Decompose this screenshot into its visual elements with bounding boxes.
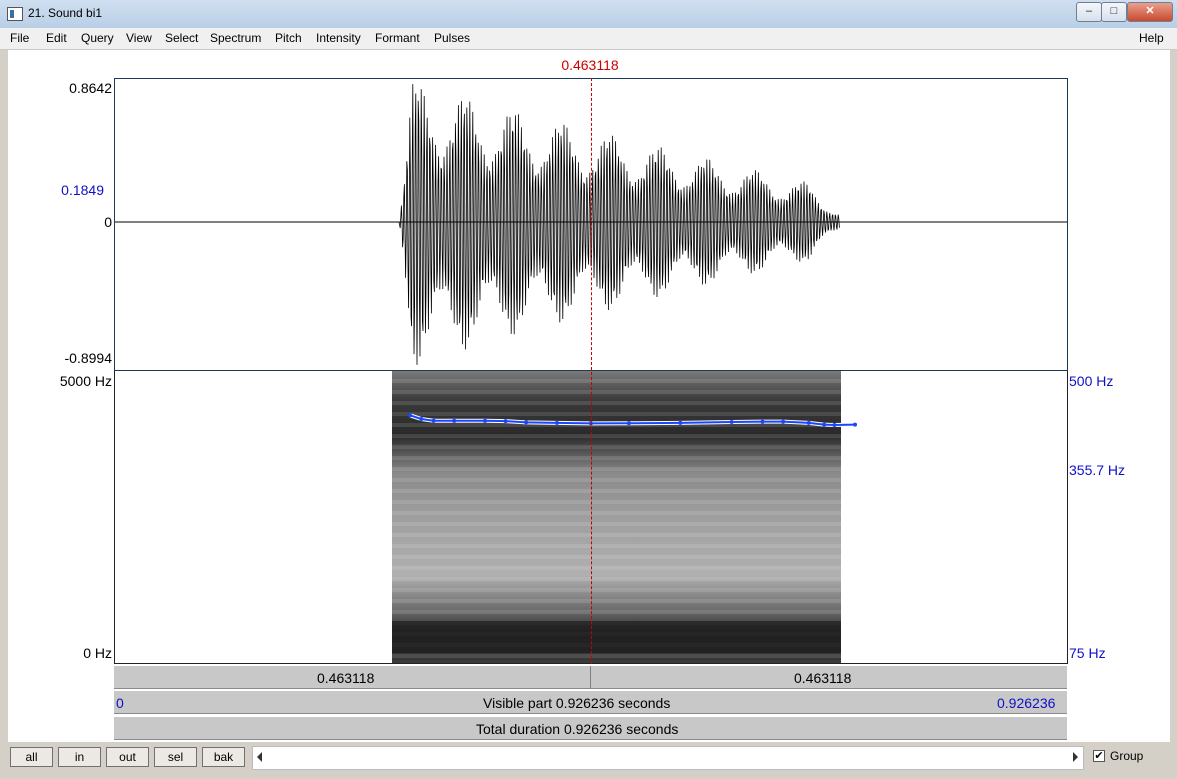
minimize-button[interactable]: – xyxy=(1076,2,1102,22)
waveform-min-label: -0.8994 xyxy=(64,350,112,366)
visible-part-bar[interactable]: 0 Visible part 0.926236 seconds 0.926236 xyxy=(114,690,1067,714)
scroll-left-icon[interactable] xyxy=(257,752,262,762)
menu-pulses[interactable]: Pulses xyxy=(434,31,470,45)
left-segment-duration[interactable]: 0.463118 xyxy=(317,670,374,686)
menu-edit[interactable]: Edit xyxy=(46,31,67,45)
harmonic-band xyxy=(392,654,841,658)
pitch-point xyxy=(760,419,765,424)
menu-formant[interactable]: Formant xyxy=(375,31,420,45)
bar-separator xyxy=(590,666,591,689)
visible-start-time: 0 xyxy=(116,695,124,711)
harmonic-band xyxy=(392,500,841,504)
harmonic-band xyxy=(392,445,841,449)
waveform-zero-label: 0 xyxy=(104,214,112,230)
pitch-point xyxy=(503,419,508,424)
maximize-button[interactable]: □ xyxy=(1101,2,1127,22)
zoom-in-button[interactable]: in xyxy=(58,747,101,767)
pitch-point xyxy=(554,420,559,425)
cursor-time-label: 0.463118 xyxy=(561,57,619,73)
pitch-point xyxy=(781,419,786,424)
pitch-point xyxy=(678,420,683,425)
waveform-cursor-value: 0.1849 xyxy=(61,182,104,198)
zoom-back-button[interactable]: bak xyxy=(202,747,245,767)
harmonic-band xyxy=(392,401,841,405)
close-button[interactable]: ✕ xyxy=(1127,2,1173,22)
pitch-value-label: 355.7 Hz xyxy=(1069,462,1126,478)
menu-query[interactable]: Query xyxy=(81,31,114,45)
harmonic-band xyxy=(392,544,841,548)
pitch-point xyxy=(806,420,811,425)
menu-file[interactable]: File xyxy=(10,31,29,45)
visible-part-label[interactable]: Visible part 0.926236 seconds xyxy=(483,695,670,711)
group-label: Group xyxy=(1110,749,1144,763)
harmonic-band xyxy=(392,610,841,614)
harmonic-band xyxy=(392,456,841,460)
harmonic-band xyxy=(392,533,841,537)
menu-select[interactable]: Select xyxy=(165,31,198,45)
menu-spectrum[interactable]: Spectrum xyxy=(210,31,261,45)
pitch-top-label: 500 Hz xyxy=(1069,373,1114,389)
spectrogram-bottom-freq: 0 Hz xyxy=(83,645,112,661)
harmonic-band xyxy=(392,511,841,515)
window-title: 21. Sound bi1 xyxy=(28,6,103,20)
harmonic-band xyxy=(392,379,841,383)
low-frequency-band xyxy=(392,621,841,653)
menu-help[interactable]: Help xyxy=(1139,31,1164,45)
total-duration-label[interactable]: Total duration 0.926236 seconds xyxy=(476,721,678,737)
pitch-bottom-label: 75 Hz xyxy=(1069,645,1106,661)
pitch-point xyxy=(822,422,827,427)
harmonic-band xyxy=(392,577,841,581)
pitch-point xyxy=(524,420,529,425)
visible-end-time: 0.926236 xyxy=(997,695,1056,711)
bottom-toolbar: all in out sel bak ✔ Group xyxy=(0,742,1177,779)
group-checkbox[interactable]: ✔ xyxy=(1093,750,1105,762)
title-bar: 21. Sound bi1 – □ ✕ xyxy=(0,0,1177,29)
pitch-point xyxy=(419,417,424,422)
menu-intensity[interactable]: Intensity xyxy=(316,31,361,45)
harmonic-band xyxy=(392,467,841,471)
menu-pitch[interactable]: Pitch xyxy=(275,31,302,45)
harmonic-band xyxy=(392,522,841,526)
harmonic-band xyxy=(392,478,841,482)
waveform-trace xyxy=(398,84,840,365)
pitch-point xyxy=(853,422,858,427)
scroll-right-icon[interactable] xyxy=(1073,752,1078,762)
app-icon xyxy=(7,7,23,21)
harmonic-band xyxy=(392,489,841,493)
time-scrollbar[interactable] xyxy=(252,746,1084,770)
pitch-point xyxy=(832,423,837,428)
zoom-selection-button[interactable]: sel xyxy=(154,747,197,767)
menu-view[interactable]: View xyxy=(126,31,152,45)
harmonic-band xyxy=(392,555,841,559)
harmonic-band xyxy=(392,599,841,603)
pitch-point xyxy=(483,418,488,423)
harmonic-band xyxy=(392,412,841,416)
window-edge xyxy=(1170,50,1177,742)
pitch-point xyxy=(626,421,631,426)
harmonic-band xyxy=(392,390,841,394)
right-segment-duration[interactable]: 0.463118 xyxy=(794,670,851,686)
harmonic-band xyxy=(392,588,841,592)
pitch-point xyxy=(407,413,412,418)
waveform-max-label: 0.8642 xyxy=(69,80,112,96)
harmonic-band xyxy=(392,566,841,570)
pitch-point xyxy=(431,418,436,423)
menu-bar: File Edit Query View Select Spectrum Pit… xyxy=(0,28,1177,50)
spectrogram-top-freq: 5000 Hz xyxy=(59,373,112,389)
cursor-line xyxy=(591,78,592,664)
pitch-point xyxy=(729,419,734,424)
zoom-out-button[interactable]: out xyxy=(106,747,149,767)
pitch-point xyxy=(452,418,457,423)
zoom-all-button[interactable]: all xyxy=(10,747,53,767)
selection-bar[interactable]: 0.463118 0.463118 xyxy=(114,665,1067,689)
total-duration-bar[interactable]: Total duration 0.926236 seconds xyxy=(114,716,1067,740)
harmonic-band xyxy=(392,434,841,438)
